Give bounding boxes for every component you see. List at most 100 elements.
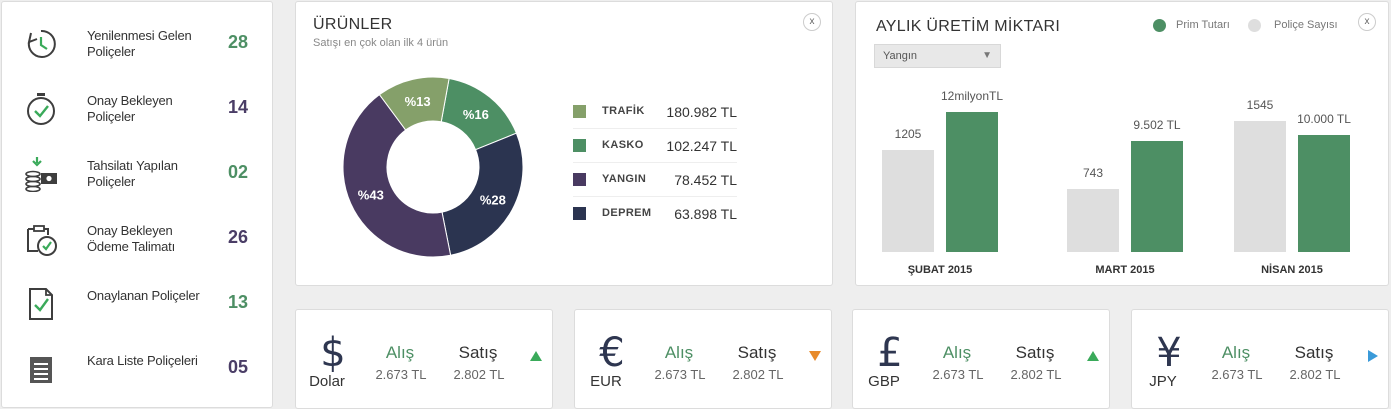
legend-swatch [573, 207, 586, 220]
donut-slice-label: %16 [463, 107, 489, 122]
branch-select-value: Yangın [883, 50, 918, 62]
sell-label: Satış [1294, 343, 1334, 362]
products-title: ÜRÜNLER [313, 16, 393, 33]
sell-rate: 2.802 TL [1289, 367, 1341, 382]
donut-slice-label: %28 [480, 192, 506, 207]
legend-row: KASKO 102.247 TL [573, 129, 737, 163]
buy-label: Alış [385, 343, 415, 362]
legend-product-value: 63.898 TL [674, 206, 737, 222]
premium-bar [1131, 141, 1183, 252]
currency-card-jpy: ¥ JPY Alış Satış 2.673 TL 2.802 TL [1131, 309, 1389, 409]
products-subtitle: Satışı en çok olan ilk 4 ürün [313, 37, 449, 49]
sidebar-item-label: Kara Liste Poliçeleri [87, 353, 198, 368]
legend-product-name: TRAFİK [602, 105, 645, 117]
premium-bar [1298, 135, 1350, 252]
legend-policy-count-label: Poliçe Sayısı [1274, 19, 1338, 31]
sidebar-item-label: Onay Bekleyen Poliçeler [87, 93, 173, 124]
legend-product-name: DEPREM [602, 207, 652, 219]
donut-slice-label: %43 [358, 188, 384, 203]
legend-product-value: 78.452 TL [674, 172, 737, 188]
sidebar-item-label: Onay Bekleyen Ödeme Talimatı [87, 223, 175, 254]
legend-dot-policy-count [1248, 19, 1261, 32]
currency-card-eur: € EUR Alış Satış 2.673 TL 2.802 TL [574, 309, 832, 409]
month-label: ŞUBAT 2015 [907, 264, 973, 276]
premium-value: 12milyonTL [940, 89, 1004, 103]
policy-count-bar [1234, 121, 1286, 252]
buy-label: Alış [1221, 343, 1251, 362]
products-donut-chart: %16 %28 %43 %13 [342, 76, 524, 258]
sidebar-item-collected[interactable]: Tahsilatı Yapılan Poliçeler 02 [2, 142, 274, 206]
donut-slice-label: %13 [405, 94, 431, 109]
legend-product-value: 102.247 TL [666, 138, 737, 154]
month-label: MART 2015 [1095, 264, 1155, 276]
pound-icon: £ [877, 330, 903, 376]
monthly-production-panel: AYLIK ÜRETİM MİKTARI Yangın ▼ Prim Tutar… [855, 1, 1389, 286]
legend-swatch [573, 173, 586, 186]
legend-premium-label: Prim Tutarı [1176, 19, 1230, 31]
branch-select[interactable]: Yangın ▼ [874, 44, 1001, 68]
trend-up-icon [1087, 351, 1099, 361]
buy-label: Alış [664, 343, 694, 362]
legend-product-value: 180.982 TL [666, 104, 737, 120]
yen-icon: ¥ [1156, 330, 1182, 376]
money-stack-icon [25, 157, 57, 192]
premium-value: 10.000 TL [1297, 112, 1351, 127]
currency-code: JPY [1149, 373, 1177, 390]
sell-rate: 2.802 TL [1010, 367, 1062, 382]
legend-row: DEPREM 63.898 TL [573, 197, 737, 231]
policy-count-value: 1545 [1246, 98, 1274, 112]
policy-count-bar [882, 149, 934, 252]
sidebar-item-count: 14 [227, 97, 248, 117]
sell-label: Satış [737, 343, 777, 362]
legend-row: TRAFİK 180.982 TL [573, 95, 737, 129]
sidebar-item-blacklist[interactable]: Kara Liste Poliçeleri 05 [2, 337, 274, 401]
sidebar-item-label: Onaylanan Poliçeler [87, 288, 200, 303]
monthly-title: AYLIK ÜRETİM MİKTARI [876, 18, 1061, 35]
sidebar-item-label: Tahsilatı Yapılan Poliçeler [87, 158, 178, 189]
buy-rate: 2.673 TL [932, 367, 984, 382]
policy-count-bar [1067, 189, 1119, 252]
buy-rate: 2.673 TL [654, 367, 706, 382]
currency-code: EUR [590, 373, 622, 390]
sidebar-item-pending-approval[interactable]: Onay Bekleyen Poliçeler 14 [2, 77, 274, 141]
currency-code: Dolar [309, 373, 345, 390]
legend-product-name: YANGIN [602, 173, 647, 185]
buy-label: Alış [942, 343, 972, 362]
legend-row: YANGIN 78.452 TL [573, 163, 737, 197]
legend-swatch [573, 105, 586, 118]
buy-rate: 2.673 TL [1211, 367, 1263, 382]
sidebar-item-payment-orders[interactable]: Onay Bekleyen Ödeme Talimatı 26 [2, 207, 274, 271]
sidebar-item-count: 05 [227, 357, 248, 377]
sell-rate: 2.802 TL [453, 367, 505, 382]
premium-value: 9.502 TL [1133, 118, 1181, 133]
sidebar-item-count: 28 [227, 32, 248, 52]
sell-rate: 2.802 TL [732, 367, 784, 382]
policy-status-panel: Yenilenmesi Gelen Poliçeler 28 Onay Bekl… [1, 1, 273, 408]
policy-count-value: 743 [1082, 166, 1104, 180]
sidebar-item-count: 02 [227, 162, 248, 182]
currency-code: GBP [868, 373, 900, 390]
sell-label: Satış [1015, 343, 1055, 362]
products-close-button[interactable]: x [803, 13, 821, 31]
clock-renew-icon [27, 29, 56, 58]
document-check-icon [29, 288, 53, 320]
legend-swatch [573, 139, 586, 152]
trend-right-icon [1368, 350, 1378, 362]
sidebar-item-renewals[interactable]: Yenilenmesi Gelen Poliçeler 28 [2, 12, 274, 76]
list-document-icon [30, 357, 52, 383]
euro-icon: € [599, 330, 625, 376]
trend-down-icon [809, 351, 821, 361]
sidebar-item-approved[interactable]: Onaylanan Poliçeler 13 [2, 272, 274, 336]
sidebar-item-label: Yenilenmesi Gelen Poliçeler [87, 28, 192, 59]
buy-rate: 2.673 TL [375, 367, 427, 382]
dollar-icon: $ [320, 330, 346, 376]
chevron-down-icon: ▼ [982, 50, 992, 61]
premium-bar [946, 112, 998, 252]
currency-card-gbp: £ GBP Alış Satış 2.673 TL 2.802 TL [852, 309, 1110, 409]
legend-dot-premium [1153, 19, 1166, 32]
products-panel: ÜRÜNLER Satışı en çok olan ilk 4 ürün x … [295, 1, 833, 286]
document-timer-icon [27, 225, 57, 256]
monthly-close-button[interactable]: x [1358, 13, 1376, 31]
trend-up-icon [530, 351, 542, 361]
currency-card-usd: $ Dolar Alış Satış 2.673 TL 2.802 TL [295, 309, 553, 409]
